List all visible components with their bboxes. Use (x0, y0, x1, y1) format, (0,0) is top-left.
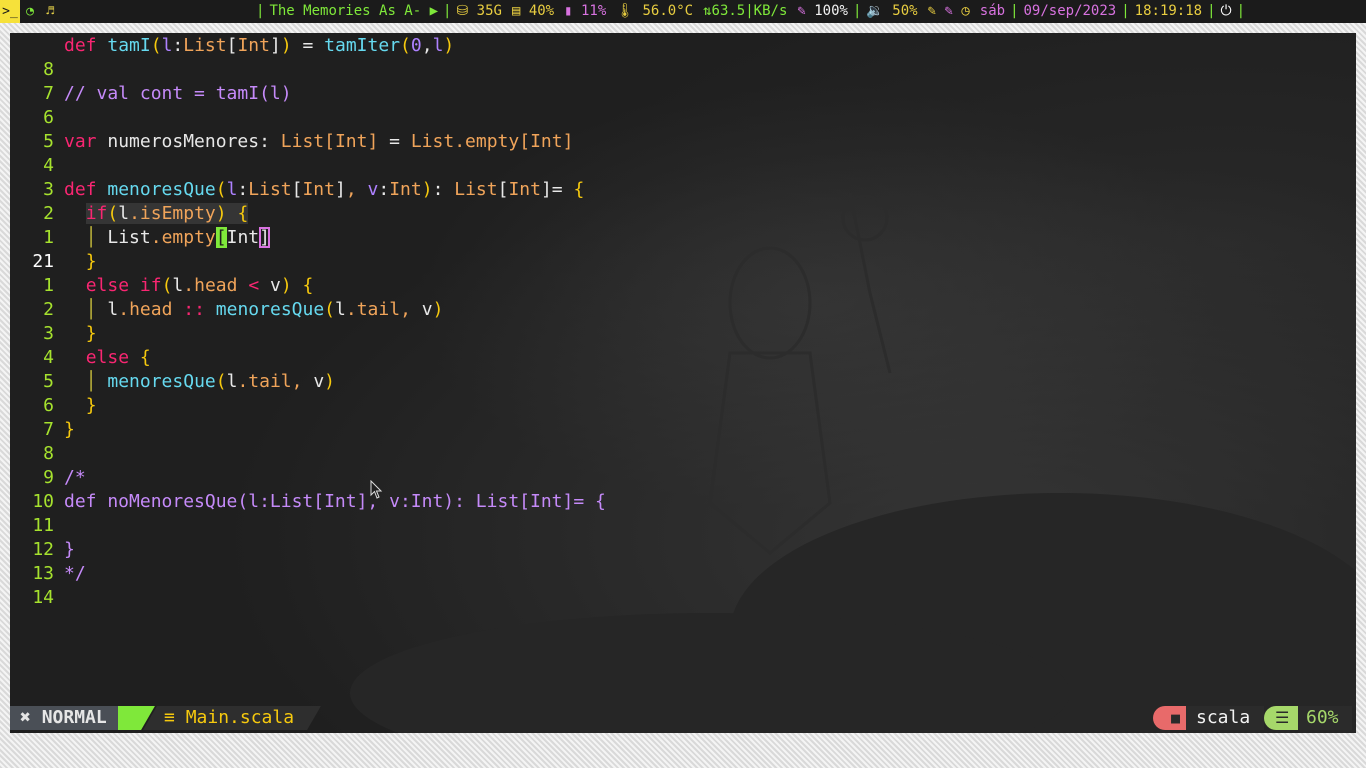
lines-icon-pill: ☰ (1264, 706, 1298, 730)
cpu-icon: ✎ (797, 3, 806, 19)
separator: | (1236, 3, 1246, 19)
code-line[interactable]: 5 (10, 106, 1356, 152)
line-text[interactable]: var numerosMenores: List[Int] = List.emp… (64, 130, 573, 154)
speaker-icon: 🔉 (866, 3, 884, 19)
code-line[interactable]: 9 (10, 442, 1356, 488)
disk-icon: ⛁ (456, 3, 469, 19)
folder-icon: ■ (1171, 709, 1181, 727)
code-buffer[interactable]: 8 def tamI(l:List[Int]) = tamIter(0,l) 7… (10, 34, 1356, 608)
lines-icon: ☰ (1275, 708, 1290, 727)
text-cursor: [ (215, 227, 227, 248)
separator: | (256, 3, 265, 19)
line-text[interactable]: // val cont = tamI(l) (64, 82, 292, 106)
code-line[interactable]: 3 │ l.head :: menoresQue(l.tail, v) (10, 298, 1356, 344)
code-line[interactable]: 4 } (10, 322, 1356, 368)
pen-icon[interactable]: ✎ (928, 3, 936, 19)
volume-level[interactable]: 🔉 50% (861, 0, 922, 23)
vim-statusline: ✖ NORMAL ≡ Main.scala ■ scala ☰ 60% (10, 706, 1356, 730)
weekday: sáb (979, 3, 1006, 19)
power-icon[interactable]: ⏻ (1216, 0, 1237, 23)
file-icon: ≡ (164, 707, 175, 728)
clock-time: 18:19:18 (1134, 3, 1203, 19)
code-line[interactable]: 2 def menoresQue(l:List[Int], v:Int): Li… (10, 178, 1356, 224)
line-text[interactable]: } (64, 250, 97, 274)
cpu-temperature: 🌡 56.0°C (616, 3, 694, 19)
tray-icons[interactable]: ✎ ✎ ◷ (923, 0, 975, 23)
feather-icon[interactable]: ✎ (944, 3, 952, 19)
workspace-music-icon[interactable]: ♬ (40, 0, 60, 23)
code-line[interactable]: 6 │ menoresQue(l.tail, v) (10, 370, 1356, 416)
code-line[interactable]: 13 } (10, 538, 1356, 584)
code-line[interactable]: 1 if(l.isEmpty) { (10, 202, 1356, 248)
thermometer-icon: 🌡 (616, 3, 635, 19)
code-line[interactable]: 11 def noMenoresQue(l:List[Int], v:Int):… (10, 490, 1356, 536)
line-text[interactable]: } (64, 538, 75, 562)
scroll-percent: 60% (1298, 706, 1352, 730)
line-text[interactable]: /* (64, 466, 86, 490)
workspace-terminal-icon[interactable]: >_ (0, 0, 20, 23)
line-text[interactable]: } (64, 394, 97, 418)
date: 09/sep/2023 (1023, 3, 1117, 19)
workspace-browser-icon[interactable]: ◔ (20, 0, 40, 23)
line-text[interactable]: else if(l.head < v) { (64, 274, 314, 298)
matching-bracket: ] (259, 227, 270, 248)
line-text[interactable]: def noMenoresQue(l:List[Int], v:Int): Li… (64, 490, 606, 514)
filename[interactable]: Main.scala (186, 707, 294, 728)
separator: | (1207, 3, 1216, 19)
swap-usage: ▮ 11% (564, 3, 607, 19)
swap-icon: ▮ (564, 3, 573, 19)
code-line[interactable]: 7 } (10, 394, 1356, 440)
terminal-editor-window[interactable]: 8 def tamI(l:List[Int]) = tamIter(0,l) 7… (10, 33, 1356, 733)
mouse-pointer-icon (370, 480, 383, 499)
code-line-current[interactable]: 21 │ List.empty[Int] (10, 226, 1356, 272)
line-text[interactable]: */ (64, 562, 86, 586)
line-number: 14 (32, 587, 54, 608)
separator: | (852, 3, 862, 19)
line-text[interactable]: else { (64, 346, 151, 370)
network-icon: ⇅ (703, 3, 712, 19)
line-text[interactable]: │ l.head :: menoresQue(l.tail, v) (64, 298, 444, 322)
line-text[interactable]: } (64, 322, 97, 346)
code-line[interactable]: 8 def tamI(l:List[Int]) = tamIter(0,l) (10, 34, 1356, 80)
line-text[interactable]: if(l.isEmpty) { (64, 202, 249, 226)
separator: | (1121, 3, 1130, 19)
line-text[interactable]: │ menoresQue(l.tail, v) (64, 370, 335, 394)
code-line[interactable]: 10 /* (10, 466, 1356, 512)
line-text[interactable]: } (64, 418, 75, 442)
line-text[interactable]: def tamI(l:List[Int]) = tamIter(0,l) (64, 34, 454, 58)
code-line[interactable]: 12 (10, 514, 1356, 560)
clock-icon[interactable]: ◷ (961, 3, 969, 19)
code-line[interactable]: 5 else { (10, 346, 1356, 392)
separator: | (1010, 3, 1019, 19)
filename-section[interactable]: ≡ Main.scala (164, 706, 294, 730)
code-line[interactable]: 7 (10, 58, 1356, 104)
line-text[interactable]: │ List.empty[Int] (64, 226, 270, 250)
memory-usage: ▤ 40% (511, 3, 555, 19)
now-playing-song[interactable]: The Memories As A- ▶ (264, 0, 443, 23)
memory-icon: ▤ (511, 3, 521, 19)
mode-icon: ✖ (20, 707, 31, 728)
line-text[interactable]: def menoresQue(l:List[Int], v:Int): List… (64, 178, 584, 202)
top-status-bar: >_ ◔ ♬ | The Memories As A- ▶ | ⛁ 35G ▤ … (0, 0, 1366, 23)
code-line[interactable]: 3 (10, 154, 1356, 200)
code-line[interactable]: 14 */ (10, 562, 1356, 608)
disk-usage: ⛁ 35G (456, 3, 502, 19)
mode-indicator: ✖ NORMAL (10, 706, 118, 730)
code-line[interactable]: 6 // val cont = tamI(l) (10, 82, 1356, 128)
separator: | (443, 3, 452, 19)
code-line[interactable]: 8 } (10, 418, 1356, 464)
cpu-usage: ✎ 100% (797, 3, 848, 19)
play-icon[interactable]: ▶ (430, 3, 438, 19)
code-line[interactable]: 4 var numerosMenores: List[Int] = List.e… (10, 130, 1356, 176)
network-speed: ⇅63.5|KB/s (703, 3, 788, 19)
code-line[interactable]: 1 } (10, 250, 1356, 296)
code-line[interactable]: 2 else if(l.head < v) { (10, 274, 1356, 320)
filetype: scala (1186, 706, 1264, 730)
